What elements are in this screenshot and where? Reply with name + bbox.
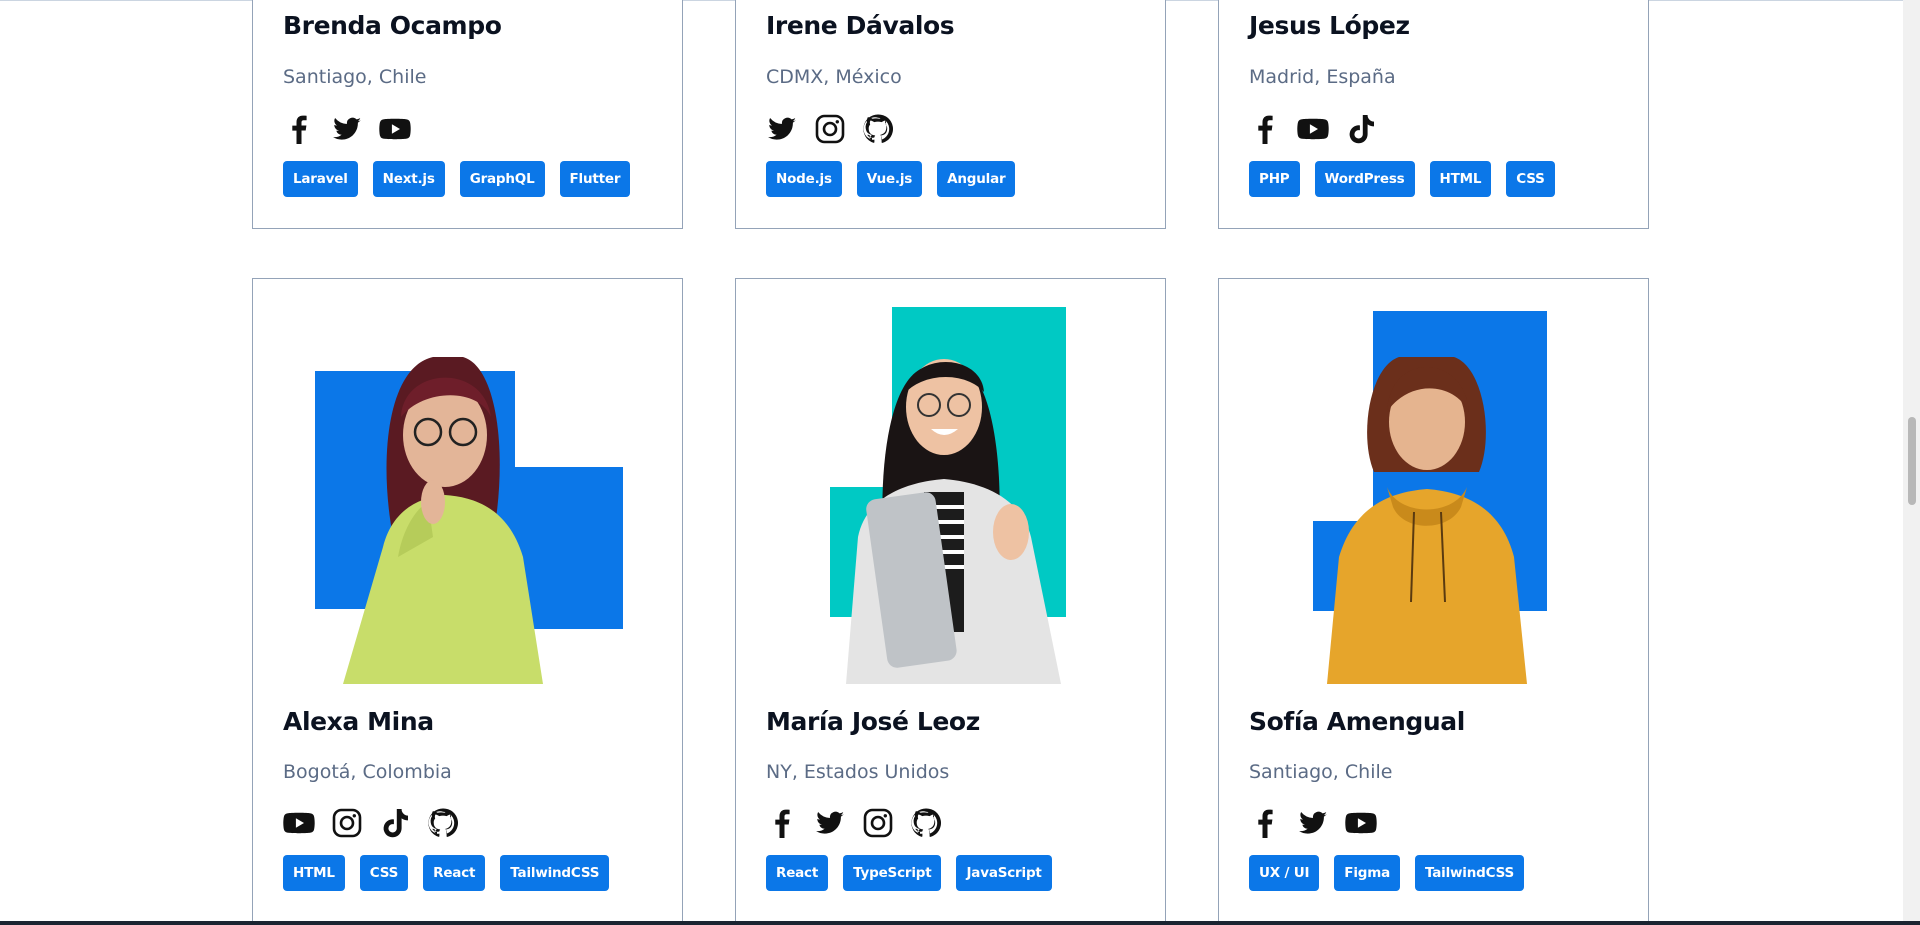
- skill-tags: Laravel Next.js GraphQL Flutter: [283, 161, 631, 197]
- member-card: Jesus López Madrid, España PHP WordPress…: [1218, 0, 1649, 229]
- instagram-icon[interactable]: [331, 807, 363, 839]
- skill-tag[interactable]: CSS: [359, 855, 409, 891]
- skill-tag[interactable]: React: [423, 855, 486, 891]
- member-photo: [1249, 307, 1619, 684]
- member-location: Santiago, Chile: [1249, 761, 1393, 783]
- page-scrollbar[interactable]: [1903, 0, 1920, 925]
- tiktok-icon[interactable]: [1345, 113, 1377, 145]
- twitter-icon[interactable]: [331, 113, 363, 145]
- twitter-icon[interactable]: [1297, 807, 1329, 839]
- member-name: María José Leoz: [766, 707, 980, 736]
- skill-tag[interactable]: Node.js: [766, 161, 842, 197]
- social-links: [283, 807, 459, 839]
- skill-tag[interactable]: Next.js: [372, 161, 445, 197]
- skill-tags: Node.js Vue.js Angular: [766, 161, 1016, 197]
- member-photo: [283, 307, 653, 684]
- member-name: Alexa Mina: [283, 707, 434, 736]
- social-links: [1249, 807, 1377, 839]
- skill-tag[interactable]: GraphQL: [459, 161, 545, 197]
- facebook-icon[interactable]: [766, 807, 798, 839]
- facebook-icon[interactable]: [1249, 113, 1281, 145]
- skill-tag[interactable]: Laravel: [283, 161, 358, 197]
- skill-tags: PHP WordPress HTML CSS: [1249, 161, 1555, 197]
- member-location: Santiago, Chile: [283, 66, 427, 88]
- scrollbar-thumb[interactable]: [1908, 417, 1916, 505]
- member-photo: [766, 307, 1136, 684]
- social-links: [283, 113, 411, 145]
- skill-tag[interactable]: HTML: [1429, 161, 1492, 197]
- skill-tag[interactable]: WordPress: [1314, 161, 1415, 197]
- member-card: Alexa Mina Bogotá, Colombia HTML CSS Rea…: [252, 278, 683, 925]
- member-name: Jesus López: [1249, 11, 1410, 40]
- instagram-icon[interactable]: [862, 807, 894, 839]
- skill-tag[interactable]: TypeScript: [843, 855, 942, 891]
- social-links: [766, 807, 942, 839]
- facebook-icon[interactable]: [1249, 807, 1281, 839]
- skill-tag[interactable]: HTML: [283, 855, 345, 891]
- youtube-icon[interactable]: [379, 113, 411, 145]
- member-name: Irene Dávalos: [766, 11, 955, 40]
- skill-tag[interactable]: CSS: [1506, 161, 1555, 197]
- tiktok-icon[interactable]: [379, 807, 411, 839]
- skill-tag[interactable]: React: [766, 855, 829, 891]
- social-links: [766, 113, 894, 145]
- skill-tags: React TypeScript JavaScript: [766, 855, 1052, 891]
- instagram-icon[interactable]: [814, 113, 846, 145]
- skill-tags: UX / UI Figma TailwindCSS: [1249, 855, 1525, 891]
- skill-tag[interactable]: TailwindCSS: [1415, 855, 1525, 891]
- page-content: Brenda Ocampo Santiago, Chile Laravel Ne…: [0, 0, 1903, 925]
- member-name: Sofía Amengual: [1249, 707, 1465, 736]
- member-card: Brenda Ocampo Santiago, Chile Laravel Ne…: [252, 0, 683, 229]
- twitter-icon[interactable]: [814, 807, 846, 839]
- member-card: Sofía Amengual Santiago, Chile UX / UI F…: [1218, 278, 1649, 925]
- skill-tag[interactable]: Figma: [1334, 855, 1400, 891]
- social-links: [1249, 113, 1377, 145]
- member-location: Bogotá, Colombia: [283, 761, 452, 783]
- skill-tag[interactable]: Angular: [937, 161, 1016, 197]
- taskbar-edge: [0, 921, 1920, 925]
- skill-tags: HTML CSS React TailwindCSS: [283, 855, 610, 891]
- skill-tag[interactable]: Vue.js: [856, 161, 923, 197]
- twitter-icon[interactable]: [766, 113, 798, 145]
- skill-tag[interactable]: PHP: [1249, 161, 1300, 197]
- member-location: NY, Estados Unidos: [766, 761, 950, 783]
- youtube-icon[interactable]: [1345, 807, 1377, 839]
- member-location: CDMX, México: [766, 66, 902, 88]
- skill-tag[interactable]: Flutter: [559, 161, 631, 197]
- youtube-icon[interactable]: [1297, 113, 1329, 145]
- member-card: María José Leoz NY, Estados Unidos React…: [735, 278, 1166, 925]
- youtube-icon[interactable]: [283, 807, 315, 839]
- facebook-icon[interactable]: [283, 113, 315, 145]
- github-icon[interactable]: [910, 807, 942, 839]
- github-icon[interactable]: [862, 113, 894, 145]
- skill-tag[interactable]: UX / UI: [1249, 855, 1320, 891]
- member-location: Madrid, España: [1249, 66, 1396, 88]
- github-icon[interactable]: [427, 807, 459, 839]
- skill-tag[interactable]: TailwindCSS: [500, 855, 610, 891]
- skill-tag[interactable]: JavaScript: [956, 855, 1052, 891]
- member-card: Irene Dávalos CDMX, México Node.js Vue.j…: [735, 0, 1166, 229]
- member-name: Brenda Ocampo: [283, 11, 502, 40]
